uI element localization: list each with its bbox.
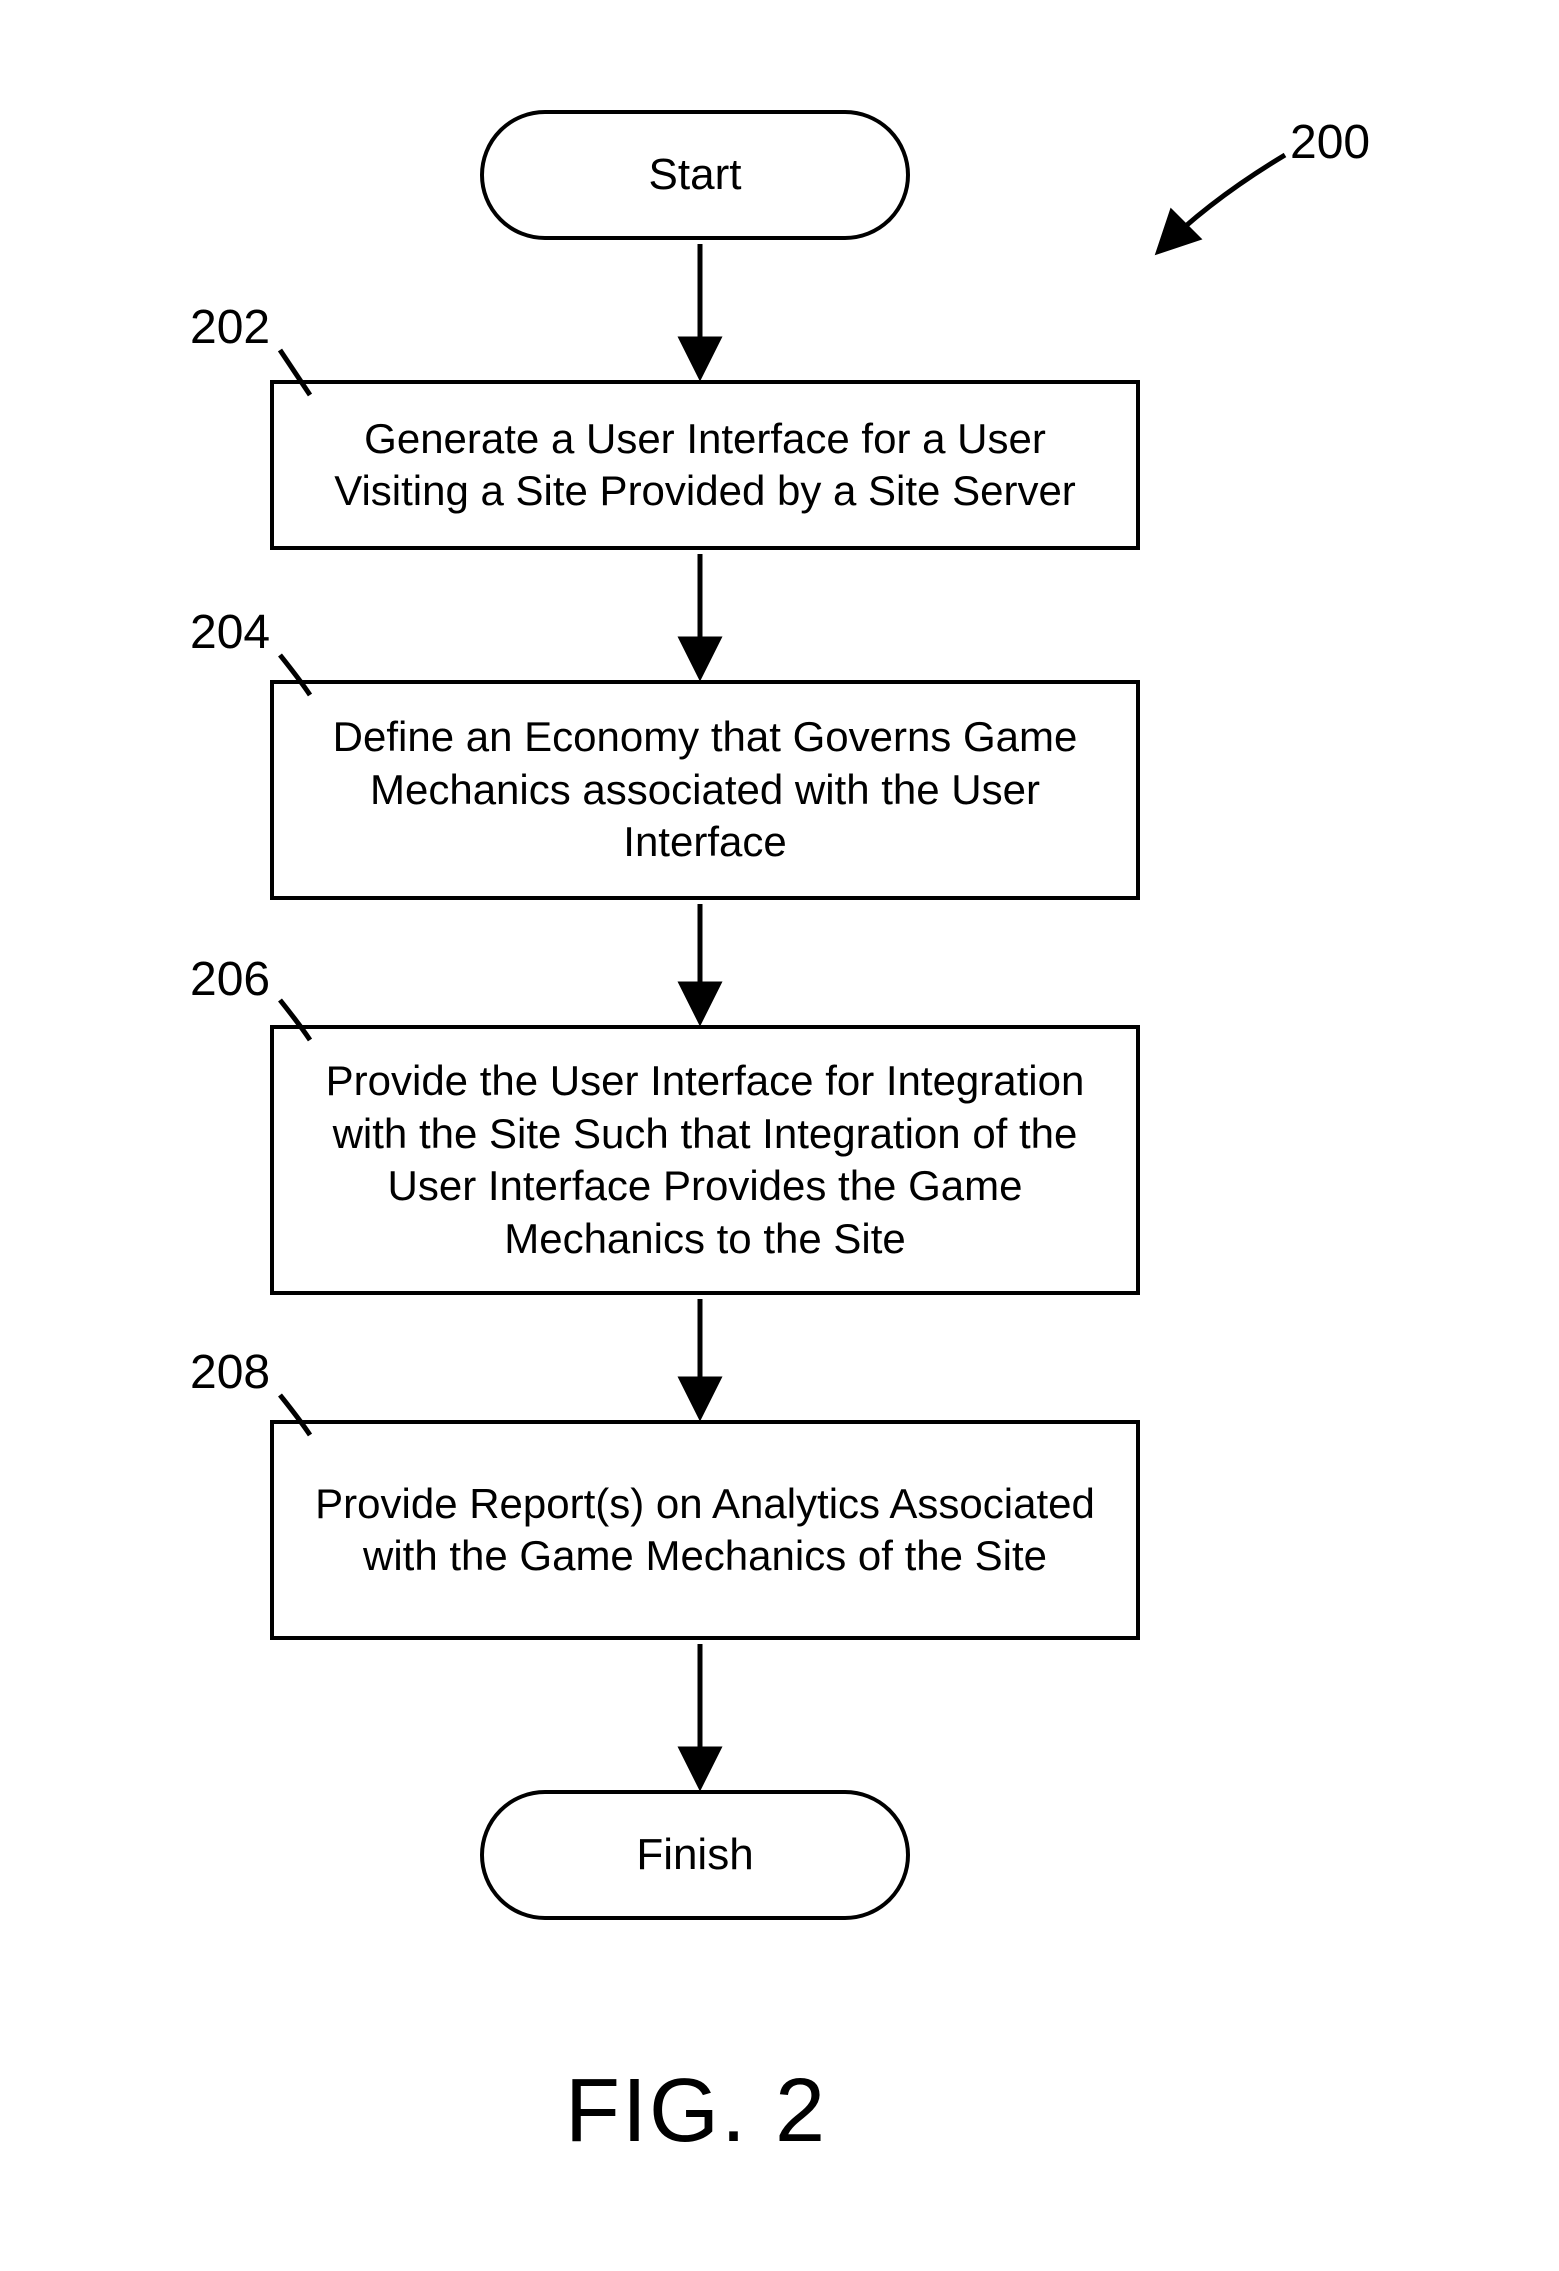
step-208: Provide Report(s) on Analytics Associate… xyxy=(270,1420,1140,1640)
ref-202: 202 xyxy=(190,300,270,355)
terminator-finish: Finish xyxy=(480,1790,910,1920)
step-204: Define an Economy that Governs Game Mech… xyxy=(270,680,1140,900)
step-202: Generate a User Interface for a User Vis… xyxy=(270,380,1140,550)
terminator-start: Start xyxy=(480,110,910,240)
step-202-text: Generate a User Interface for a User Vis… xyxy=(304,413,1106,518)
step-206: Provide the User Interface for Integrati… xyxy=(270,1025,1140,1295)
step-204-text: Define an Economy that Governs Game Mech… xyxy=(304,711,1106,869)
terminator-finish-label: Finish xyxy=(636,1830,753,1880)
ref-200: 200 xyxy=(1290,115,1370,170)
step-208-text: Provide Report(s) on Analytics Associate… xyxy=(304,1478,1106,1583)
ref-206: 206 xyxy=(190,952,270,1007)
flowchart-canvas: Start Generate a User Interface for a Us… xyxy=(0,0,1559,2271)
terminator-start-label: Start xyxy=(649,150,742,200)
step-206-text: Provide the User Interface for Integrati… xyxy=(304,1055,1106,1265)
figure-label: FIG. 2 xyxy=(565,2060,827,2163)
ref-204: 204 xyxy=(190,605,270,660)
ref-208: 208 xyxy=(190,1345,270,1400)
